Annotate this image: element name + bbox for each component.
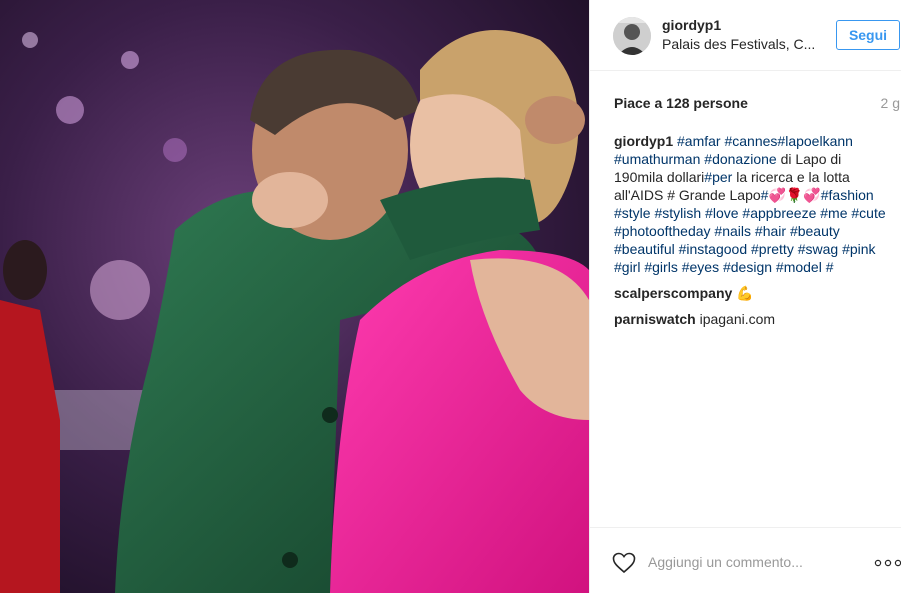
more-options-icon[interactable] bbox=[874, 558, 901, 568]
post-header: giordyp1 Palais des Festivals, C... Segu… bbox=[590, 0, 901, 71]
hashtag-link[interactable]: #umathurman bbox=[614, 151, 700, 167]
follow-button[interactable]: Segui bbox=[836, 20, 900, 50]
avatar[interactable] bbox=[613, 17, 651, 55]
hashtag-link[interactable]: #instagood bbox=[679, 241, 748, 257]
hashtag-link[interactable]: #pretty bbox=[751, 241, 794, 257]
hashtag-link[interactable]: #style bbox=[614, 205, 651, 221]
hashtag-link[interactable]: #appbreeze bbox=[742, 205, 816, 221]
post-panel: giordyp1 Palais des Festivals, C... Segu… bbox=[589, 0, 901, 593]
hashtag-link[interactable]: #stylish bbox=[654, 205, 701, 221]
comment-input[interactable] bbox=[648, 550, 848, 574]
hashtag-link[interactable]: #lapoelkann bbox=[777, 133, 853, 149]
hashtag-link[interactable]: #girls bbox=[644, 259, 677, 275]
hashtag-link[interactable]: #photooftheday bbox=[614, 223, 711, 239]
comment-footer bbox=[590, 527, 901, 593]
comment-username[interactable]: scalperscompany bbox=[614, 285, 732, 301]
post-username[interactable]: giordyp1 bbox=[662, 17, 721, 33]
hashtag-link[interactable]: #model bbox=[776, 259, 822, 275]
hashtag-link[interactable]: #donazione bbox=[704, 151, 776, 167]
hashtag-link[interactable]: #beautiful bbox=[614, 241, 675, 257]
hashtag-link[interactable]: #beauty bbox=[790, 223, 840, 239]
hashtag-link[interactable]: #💞🌹💞 bbox=[761, 187, 821, 203]
photo-image bbox=[0, 0, 589, 593]
hashtag-link[interactable]: #pink bbox=[842, 241, 875, 257]
hashtag-link[interactable]: #me bbox=[820, 205, 847, 221]
hashtag-link[interactable]: #fashion bbox=[821, 187, 874, 203]
comment-item: scalperscompany 💪 bbox=[614, 284, 754, 302]
hashtag-link[interactable]: #design bbox=[723, 259, 772, 275]
comment-username[interactable]: parniswatch bbox=[614, 311, 696, 327]
hashtag-link[interactable]: #love bbox=[705, 205, 738, 221]
post-photo[interactable] bbox=[0, 0, 589, 593]
comment-text: 💪 bbox=[732, 285, 754, 301]
hashtag-link[interactable]: #cute bbox=[851, 205, 885, 221]
hashtag-link[interactable]: #girl bbox=[614, 259, 640, 275]
post-caption: giordyp1 #amfar #cannes#lapoelkann #umat… bbox=[614, 132, 890, 276]
hashtag-link[interactable]: #eyes bbox=[682, 259, 719, 275]
post-time[interactable]: 2 g bbox=[881, 95, 900, 111]
hashtag-link[interactable]: #per bbox=[704, 169, 732, 185]
hashtag-link[interactable]: # bbox=[826, 259, 834, 275]
avatar-image bbox=[613, 17, 651, 55]
hashtag-link[interactable]: #hair bbox=[755, 223, 786, 239]
comment-text: ipagani.com bbox=[695, 311, 776, 327]
comment-item: parniswatch ipagani.com bbox=[614, 310, 775, 328]
hashtag-link[interactable]: #cannes bbox=[724, 133, 777, 149]
hashtag-link[interactable]: #swag bbox=[798, 241, 838, 257]
heart-icon[interactable] bbox=[612, 552, 636, 574]
post-location[interactable]: Palais des Festivals, C... bbox=[662, 36, 815, 52]
hashtag-link[interactable]: #amfar bbox=[677, 133, 721, 149]
likes-count[interactable]: Piace a 128 persone bbox=[614, 95, 748, 111]
hashtag-link[interactable]: #nails bbox=[714, 223, 751, 239]
caption-username[interactable]: giordyp1 bbox=[614, 133, 673, 149]
